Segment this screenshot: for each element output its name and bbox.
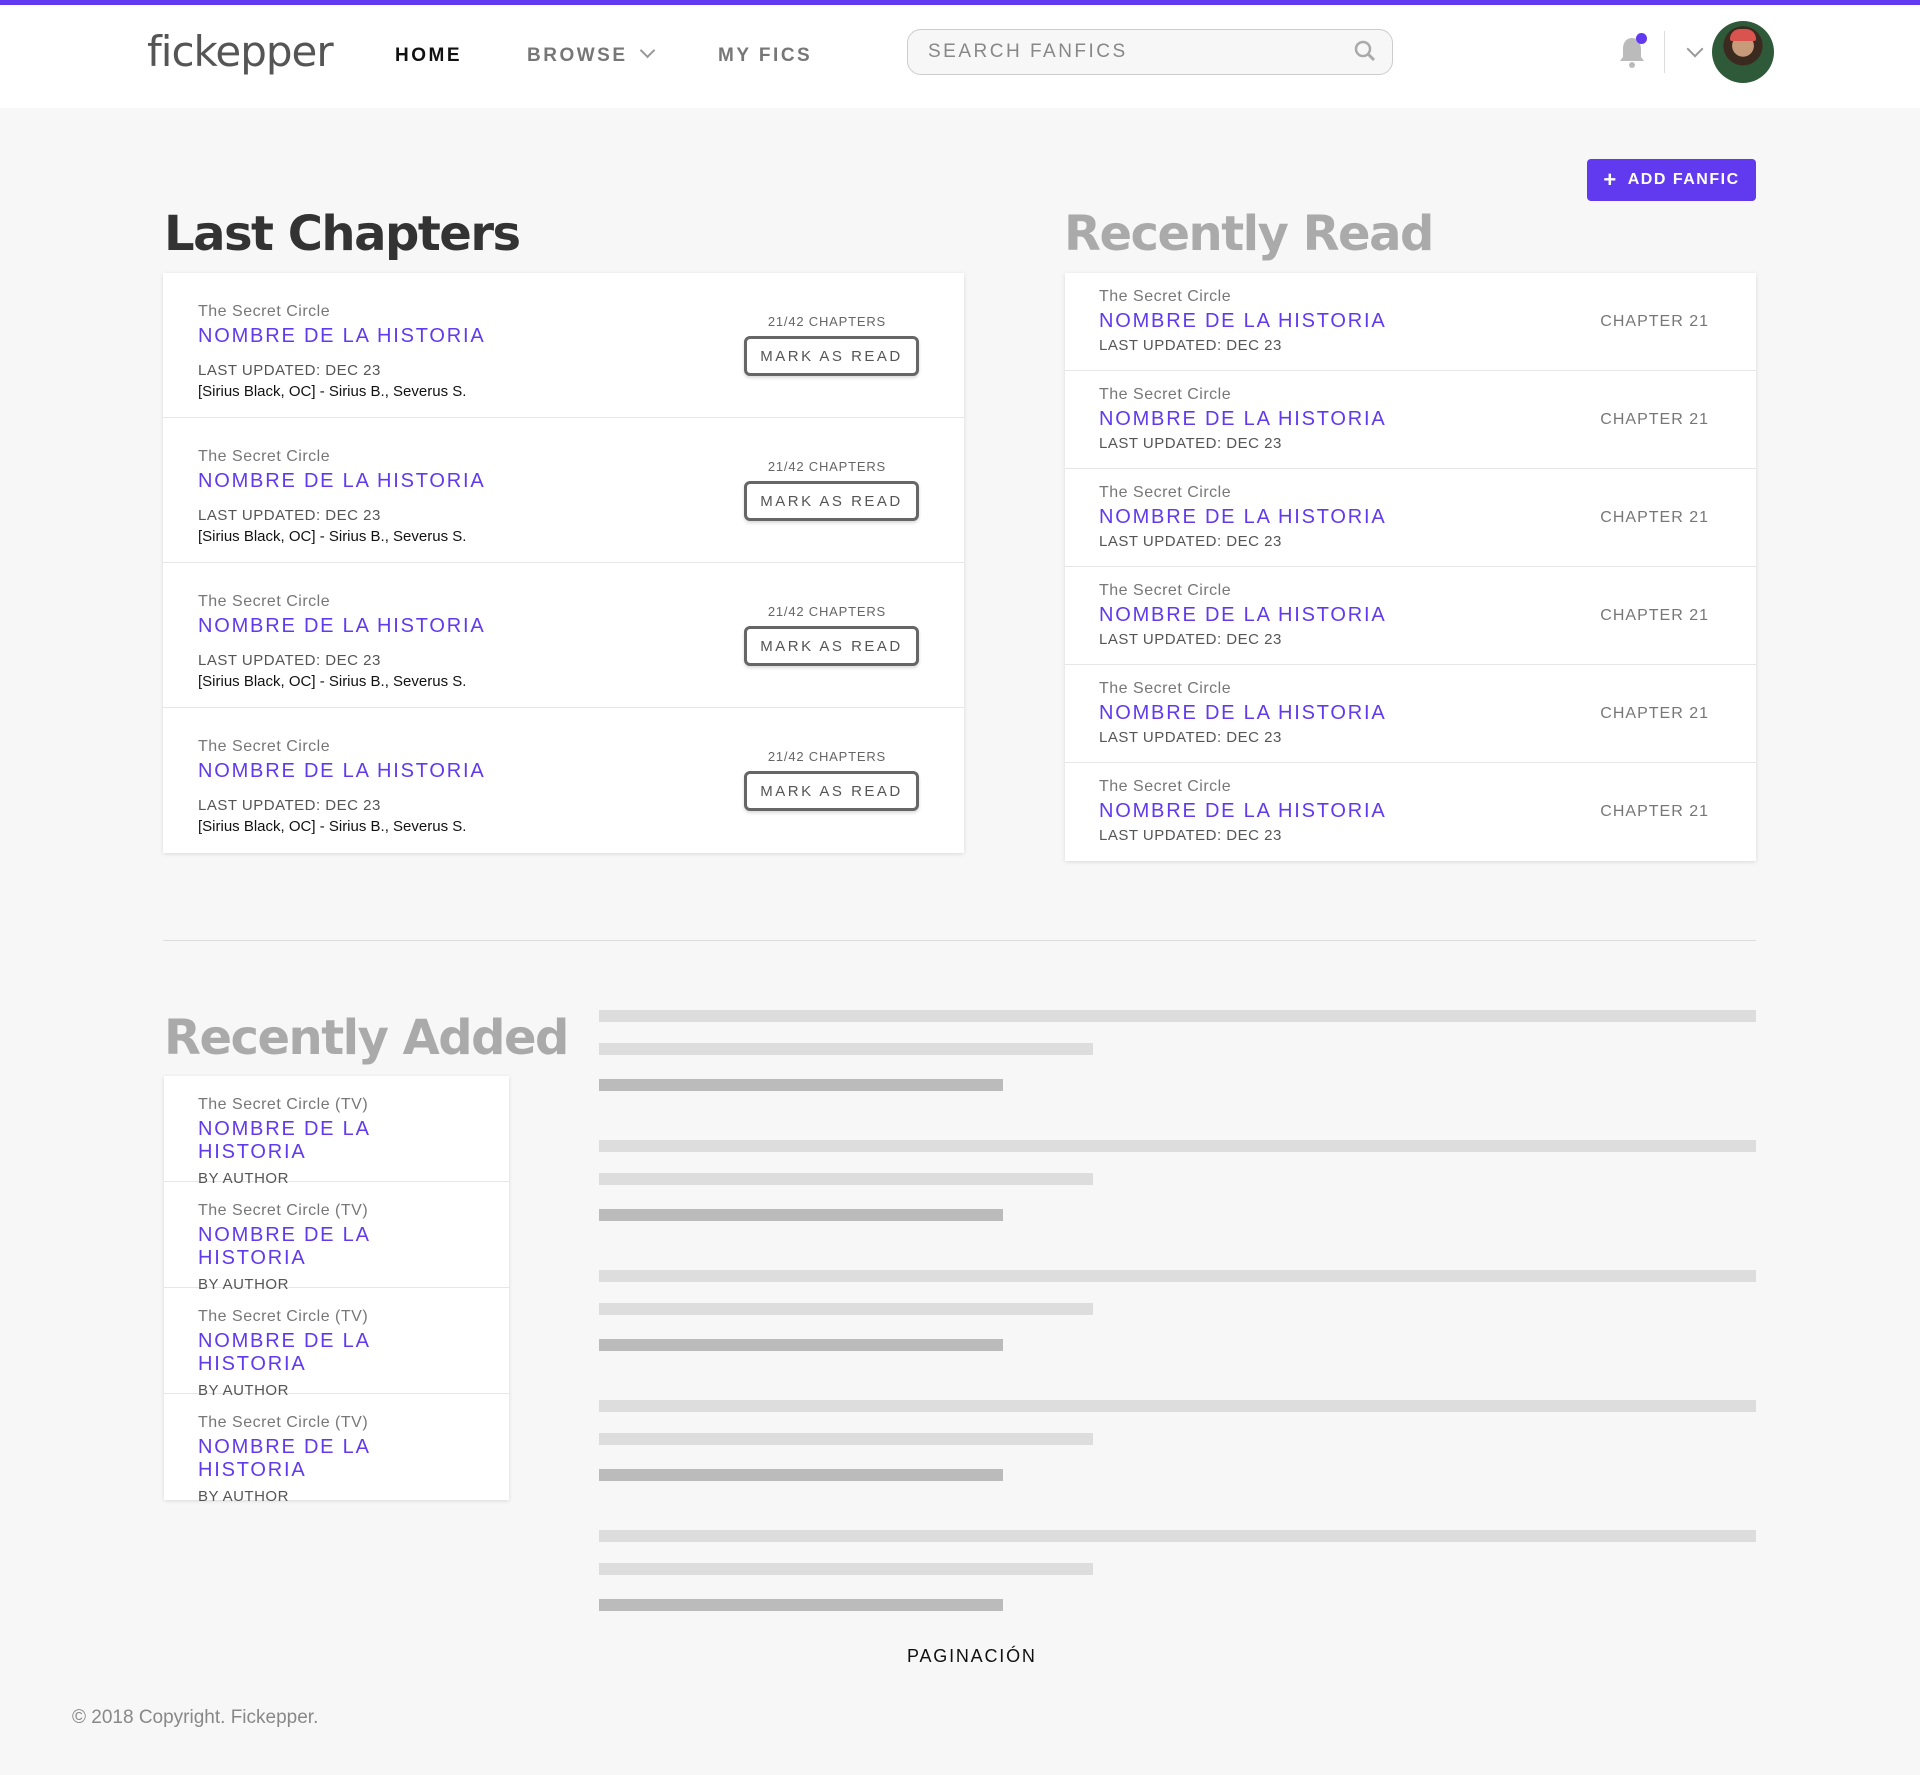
skeleton-line [599, 1563, 1093, 1575]
chapter-label: CHAPTER 21 [1600, 509, 1709, 526]
skeleton-line [599, 1400, 1756, 1412]
fandom: The Secret Circle [1099, 288, 1232, 305]
search-box [907, 29, 1393, 75]
header: fickepper HOME BROWSE MY FICS [0, 5, 1920, 108]
last-chapters-title: Last Chapters [164, 206, 521, 262]
nav-my-fics[interactable]: MY FICS [718, 45, 812, 67]
story-title[interactable]: NOMBRE DE LA HISTORIA [198, 1118, 475, 1164]
chevron-down-icon[interactable] [1686, 40, 1704, 58]
recently-read-title[interactable]: Recently Read [1064, 206, 1434, 262]
recently-read-item[interactable]: The Secret Circle NOMBRE DE LA HISTORIA … [1065, 469, 1756, 567]
nav-home[interactable]: HOME [395, 45, 462, 67]
chapter-label: CHAPTER 21 [1600, 313, 1709, 330]
pagination[interactable]: PAGINACIÓN [907, 1646, 1037, 1667]
chapter-label: CHAPTER 21 [1600, 803, 1709, 820]
last-updated: LAST UPDATED: DEC 23 [1099, 337, 1282, 354]
chapter-item[interactable]: The Secret Circle NOMBRE DE LA HISTORIA … [163, 418, 964, 563]
recently-read-list: The Secret Circle NOMBRE DE LA HISTORIA … [1065, 273, 1756, 861]
last-updated: LAST UPDATED: DEC 23 [1099, 533, 1282, 550]
characters: [Sirius Black, OC] - Sirius B., Severus … [198, 383, 467, 400]
skeleton-line [599, 1303, 1093, 1315]
divider [1664, 31, 1665, 73]
nav-browse-label: BROWSE [527, 45, 628, 66]
story-title[interactable]: NOMBRE DE LA HISTORIA [198, 1224, 475, 1270]
skeleton-line [599, 1530, 1756, 1542]
last-updated: LAST UPDATED: DEC 23 [1099, 827, 1282, 844]
fandom: The Secret Circle [1099, 778, 1232, 795]
recently-added-item[interactable]: The Secret Circle (TV) NOMBRE DE LA HIST… [164, 1288, 509, 1399]
fandom: The Secret Circle [1099, 484, 1232, 501]
skeleton-line [599, 1433, 1093, 1445]
skeleton-line [599, 1339, 1003, 1351]
last-updated: LAST UPDATED: DEC 23 [1099, 435, 1282, 452]
add-fanfic-button[interactable]: + ADD FANFIC [1587, 159, 1756, 201]
recently-added-list: The Secret Circle (TV) NOMBRE DE LA HIST… [164, 1076, 509, 1505]
characters: [Sirius Black, OC] - Sirius B., Severus … [198, 673, 467, 690]
chapter-item[interactable]: The Secret Circle NOMBRE DE LA HISTORIA … [163, 563, 964, 708]
search-input[interactable] [908, 30, 1328, 74]
mark-as-read-button[interactable]: MARK AS READ [744, 771, 919, 811]
fandom: The Secret Circle (TV) [198, 1096, 369, 1113]
skeleton-line [599, 1209, 1003, 1221]
last-updated: LAST UPDATED: DEC 23 [1099, 729, 1282, 746]
fandom: The Secret Circle [1099, 582, 1232, 599]
recently-added-item[interactable]: The Secret Circle (TV) NOMBRE DE LA HIST… [164, 1076, 509, 1187]
recently-added-item[interactable]: The Secret Circle (TV) NOMBRE DE LA HIST… [164, 1394, 509, 1505]
skeleton-line [599, 1140, 1756, 1152]
last-chapters-list: The Secret Circle NOMBRE DE LA HISTORIA … [163, 273, 964, 853]
mark-as-read-button[interactable]: MARK AS READ [744, 336, 919, 376]
mark-as-read-button[interactable]: MARK AS READ [744, 481, 919, 521]
fandom: The Secret Circle (TV) [198, 1308, 369, 1325]
characters: [Sirius Black, OC] - Sirius B., Severus … [198, 528, 467, 545]
plus-icon: + [1603, 167, 1618, 192]
recently-read-item[interactable]: The Secret Circle NOMBRE DE LA HISTORIA … [1065, 273, 1756, 371]
story-title[interactable]: NOMBRE DE LA HISTORIA [198, 1436, 475, 1482]
mark-as-read-button[interactable]: MARK AS READ [744, 626, 919, 666]
add-fanfic-label: ADD FANFIC [1627, 171, 1740, 188]
fandom: The Secret Circle (TV) [198, 1202, 369, 1219]
recently-added-title[interactable]: Recently Added [164, 1010, 569, 1066]
skeleton-line [599, 1010, 1756, 1022]
copyright: © 2018 Copyright. Fickepper. [72, 1707, 319, 1728]
chapter-label: CHAPTER 21 [1600, 411, 1709, 428]
fandom: The Secret Circle (TV) [198, 1414, 369, 1431]
chapter-progress: 21/42 CHAPTERS [767, 314, 886, 329]
notification-dot [1636, 33, 1647, 44]
author: BY AUTHOR [198, 1488, 289, 1505]
chapter-label: CHAPTER 21 [1600, 705, 1709, 722]
fandom: The Secret Circle [1099, 680, 1232, 697]
logo[interactable]: fickepper [147, 27, 334, 76]
chapter-item[interactable]: The Secret Circle NOMBRE DE LA HISTORIA … [163, 708, 964, 853]
fandom: The Secret Circle [1099, 386, 1232, 403]
search-icon[interactable] [1354, 40, 1376, 62]
recently-read-item[interactable]: The Secret Circle NOMBRE DE LA HISTORIA … [1065, 371, 1756, 469]
recently-read-item[interactable]: The Secret Circle NOMBRE DE LA HISTORIA … [1065, 763, 1756, 861]
recently-read-item[interactable]: The Secret Circle NOMBRE DE LA HISTORIA … [1065, 665, 1756, 763]
skeleton-line [599, 1599, 1003, 1611]
avatar[interactable] [1712, 21, 1774, 83]
characters: [Sirius Black, OC] - Sirius B., Severus … [198, 818, 467, 835]
story-title[interactable]: NOMBRE DE LA HISTORIA [198, 1330, 475, 1376]
chapter-progress: 21/42 CHAPTERS [767, 459, 886, 474]
last-updated: LAST UPDATED: DEC 23 [1099, 631, 1282, 648]
chapter-item[interactable]: The Secret Circle NOMBRE DE LA HISTORIA … [163, 273, 964, 418]
skeleton-line [599, 1173, 1093, 1185]
chevron-down-icon [639, 42, 655, 59]
skeleton-line [599, 1270, 1756, 1282]
chapter-label: CHAPTER 21 [1600, 607, 1709, 624]
skeleton-line [599, 1079, 1003, 1091]
nav-browse[interactable]: BROWSE [527, 42, 655, 67]
chapter-progress: 21/42 CHAPTERS [767, 749, 886, 764]
skeleton-line [599, 1469, 1003, 1481]
chapter-progress: 21/42 CHAPTERS [767, 604, 886, 619]
recently-added-item[interactable]: The Secret Circle (TV) NOMBRE DE LA HIST… [164, 1182, 509, 1293]
skeleton-line [599, 1043, 1093, 1055]
recently-read-item[interactable]: The Secret Circle NOMBRE DE LA HISTORIA … [1065, 567, 1756, 665]
section-divider [163, 940, 1756, 941]
